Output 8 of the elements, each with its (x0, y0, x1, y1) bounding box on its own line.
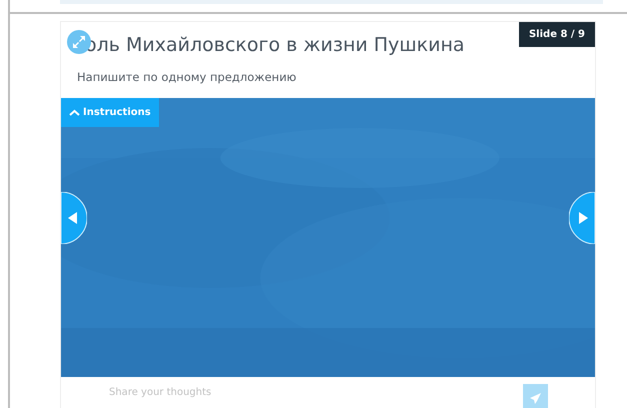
instructions-button[interactable]: Instructions (61, 98, 159, 127)
send-icon (529, 392, 542, 404)
slide-counter: Slide 8 / 9 (518, 22, 595, 47)
next-button[interactable] (569, 192, 595, 244)
answer-field[interactable]: Share your thoughts (109, 384, 509, 401)
chevron-icon (69, 108, 80, 116)
slide-subtitle: Напишите по одному предложению (77, 70, 298, 84)
previous-button[interactable] (61, 192, 87, 244)
